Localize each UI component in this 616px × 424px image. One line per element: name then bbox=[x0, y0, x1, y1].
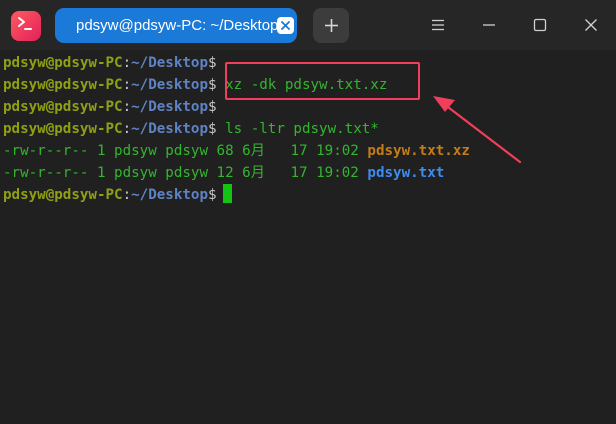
annotation-arrow-icon bbox=[433, 96, 522, 164]
terminal-window: >_ pdsyw@pdsyw-PC: ~/Desktop + bbox=[0, 0, 616, 424]
